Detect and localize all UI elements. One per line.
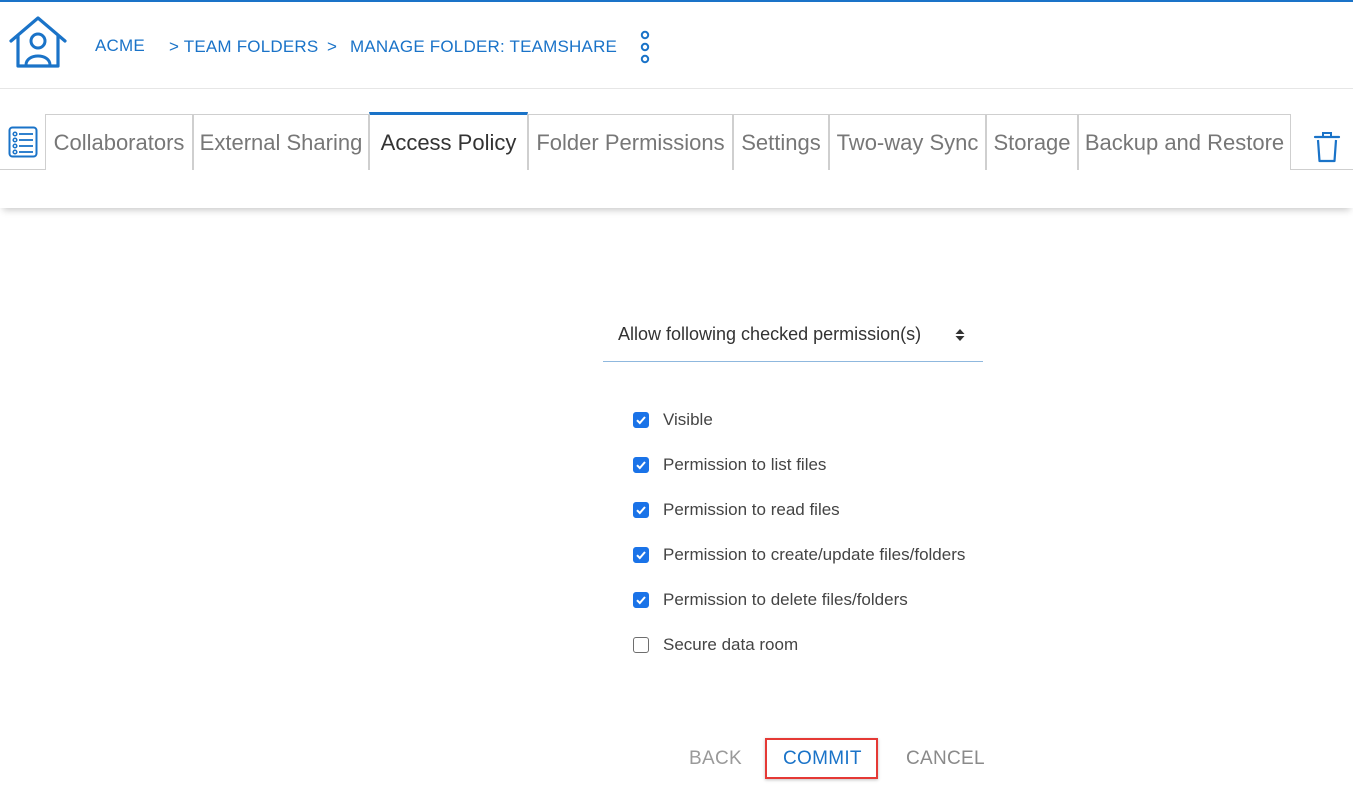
- permission-list-files-checkbox[interactable]: [633, 457, 649, 473]
- permission-read-files: Permission to read files: [633, 499, 840, 521]
- back-button[interactable]: BACK: [689, 748, 742, 770]
- permission-create-update-checkbox[interactable]: [633, 547, 649, 563]
- tab-label: Backup and Restore: [1084, 129, 1285, 155]
- breadcrumb-separator: >: [327, 37, 338, 56]
- commit-button[interactable]: COMMIT: [783, 748, 862, 770]
- permission-visible: Visible: [633, 409, 713, 431]
- tab-backup-and-restore[interactable]: Backup and Restore: [1078, 114, 1291, 170]
- kebab-menu-icon[interactable]: [637, 30, 653, 64]
- permission-list-files: Permission to list files: [633, 454, 826, 476]
- tab-external-sharing[interactable]: External Sharing: [193, 114, 369, 170]
- permission-label: Secure data room: [663, 635, 799, 654]
- permission-label: Permission to create/update files/folder…: [663, 545, 966, 564]
- checkmark-icon: [636, 596, 646, 605]
- tab-settings[interactable]: Settings: [733, 114, 829, 170]
- tab-label: Storage: [993, 129, 1071, 155]
- tab-label: Two-way Sync: [836, 129, 979, 155]
- permission-secure-data-room: Secure data room: [633, 634, 798, 656]
- permission-label: Visible: [663, 410, 713, 429]
- access-policy-select[interactable]: Allow following checked permission(s): [603, 318, 983, 362]
- cancel-button[interactable]: CANCEL: [906, 748, 985, 770]
- permission-secure-data-room-checkbox[interactable]: [633, 637, 649, 653]
- tab-folder-permissions[interactable]: Folder Permissions: [528, 114, 733, 170]
- permission-visible-checkbox[interactable]: [633, 412, 649, 428]
- tab-access-policy[interactable]: Access Policy: [369, 112, 528, 170]
- home-user-icon[interactable]: [7, 14, 69, 70]
- checkmark-icon: [636, 506, 646, 515]
- permission-read-files-checkbox[interactable]: [633, 502, 649, 518]
- breadcrumb-current: MANAGE FOLDER: TEAMSHARE: [350, 37, 618, 56]
- checkmark-icon: [636, 416, 646, 425]
- tab-label: Folder Permissions: [536, 129, 725, 155]
- checkmark-icon: [636, 551, 646, 560]
- permission-label: Permission to read files: [663, 500, 840, 519]
- checkmark-icon: [636, 461, 646, 470]
- permission-label: Permission to delete files/folders: [663, 590, 908, 609]
- permission-delete-checkbox[interactable]: [633, 592, 649, 608]
- tab-collaborators[interactable]: Collaborators: [45, 114, 193, 170]
- tab-label: Collaborators: [53, 129, 185, 155]
- permission-label: Permission to list files: [663, 455, 827, 474]
- list-icon[interactable]: [8, 126, 38, 158]
- tab-label: Settings: [741, 129, 821, 155]
- tab-label: Access Policy: [380, 129, 517, 155]
- sort-arrows-icon: [955, 329, 965, 341]
- header: ACME > TEAM FOLDERS > MANAGE FOLDER: TEA…: [0, 2, 1353, 89]
- access-policy-select-value: Allow following checked permission(s): [618, 324, 922, 344]
- tab-storage[interactable]: Storage: [986, 114, 1078, 170]
- tab-label: External Sharing: [199, 129, 363, 155]
- tab-two-way-sync[interactable]: Two-way Sync: [829, 114, 986, 170]
- permission-create-update: Permission to create/update files/folder…: [633, 544, 965, 566]
- breadcrumb-team-folders[interactable]: > TEAM FOLDERS: [169, 37, 318, 57]
- breadcrumb-home[interactable]: ACME: [95, 36, 145, 56]
- tab-bar: Collaborators External Sharing Access Po…: [0, 90, 1353, 208]
- permission-delete: Permission to delete files/folders: [633, 589, 908, 611]
- trash-icon[interactable]: [1313, 130, 1341, 164]
